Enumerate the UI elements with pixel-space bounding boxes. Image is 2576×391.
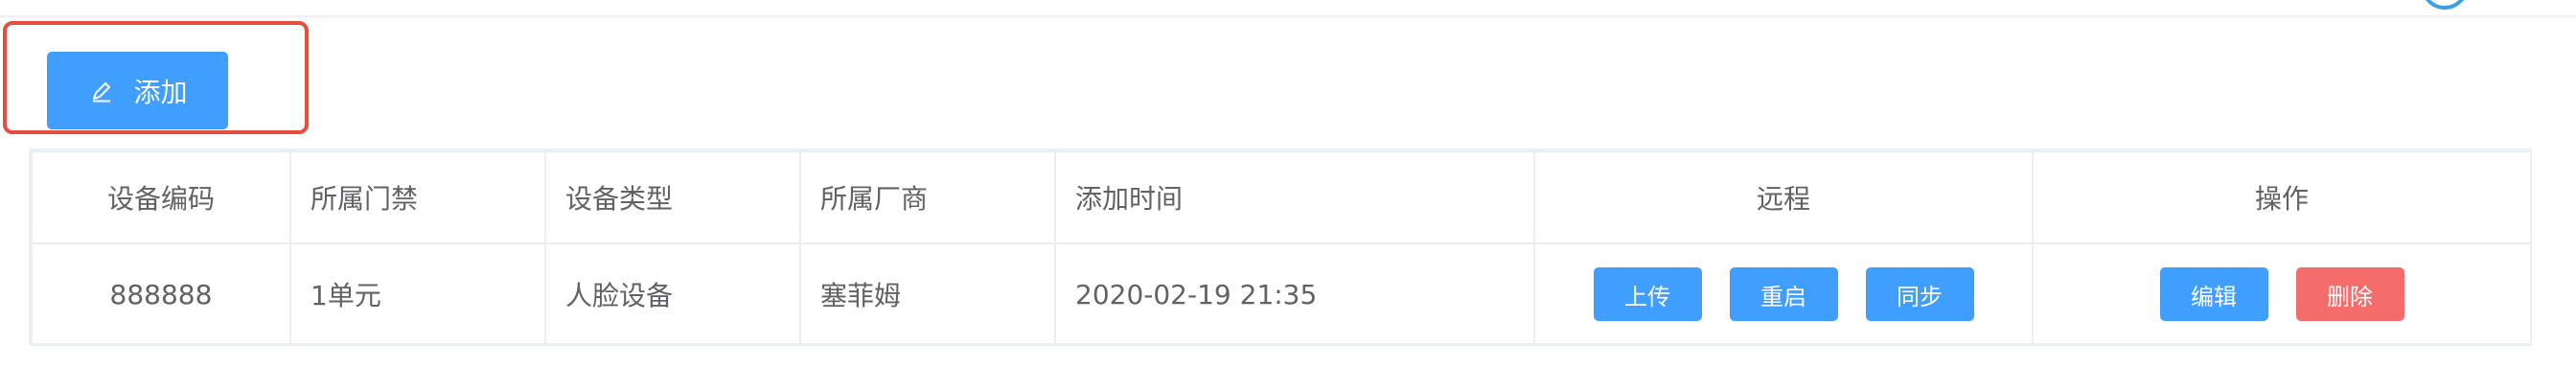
upload-button[interactable]: 上传 <box>1593 267 1702 321</box>
sync-button[interactable]: 同步 <box>1865 267 1974 321</box>
edit-pen-icon <box>87 77 116 105</box>
column-header-ops: 操作 <box>2032 150 2532 244</box>
top-header-bar <box>0 0 2576 17</box>
column-header-remote: 远程 <box>1533 150 2034 244</box>
cell-ops: 编辑 删除 <box>2032 242 2532 346</box>
cell-added-time: 2020-02-19 21:35 <box>1054 242 1535 346</box>
edit-button[interactable]: 编辑 <box>2159 267 2268 321</box>
cell-type: 人脸设备 <box>544 242 801 346</box>
cell-gate: 1单元 <box>289 242 546 346</box>
cell-remote: 上传 重启 同步 <box>1533 242 2034 346</box>
cell-vendor: 塞菲姆 <box>799 242 1056 346</box>
delete-button[interactable]: 删除 <box>2295 267 2404 321</box>
restart-button[interactable]: 重启 <box>1729 267 1838 321</box>
column-header-code: 设备编码 <box>31 150 291 244</box>
column-header-added-time: 添加时间 <box>1054 150 1535 244</box>
column-header-type: 设备类型 <box>544 150 801 244</box>
cell-code: 888888 <box>31 242 291 346</box>
column-header-vendor: 所属厂商 <box>799 150 1056 244</box>
add-button[interactable]: 添加 <box>47 52 228 129</box>
table-header-row: 设备编码 所属门禁 设备类型 所属厂商 添加时间 远程 操作 <box>31 150 2532 244</box>
device-table: 设备编码 所属门禁 设备类型 所属厂商 添加时间 远程 操作 888888 1单… <box>29 149 2532 346</box>
column-header-gate: 所属门禁 <box>289 150 546 244</box>
add-button-label: 添加 <box>133 76 188 108</box>
table-row: 888888 1单元 人脸设备 塞菲姆 2020-02-19 21:35 上传 … <box>31 242 2532 346</box>
